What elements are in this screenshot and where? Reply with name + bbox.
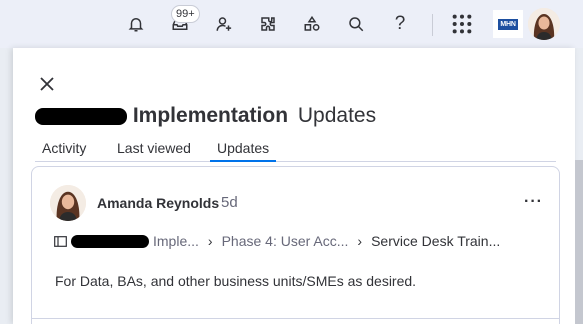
redacted-text: [71, 234, 149, 248]
breadcrumb-group[interactable]: Phase 4: User Acc...: [222, 233, 349, 249]
item-updates-panel: Implementation Updates Activity Last vie…: [13, 48, 575, 324]
topbar-divider: [432, 14, 433, 36]
grid-icon[interactable]: [450, 12, 474, 36]
tab-activity[interactable]: Activity: [42, 140, 86, 160]
card-divider: [32, 318, 559, 319]
company-logo[interactable]: MHN: [493, 10, 523, 38]
user-avatar[interactable]: [528, 8, 560, 40]
chevron-right-icon: ›: [207, 233, 213, 249]
panel-tabs: Activity Last viewed Updates: [35, 138, 556, 162]
panel-title: Implementation Updates: [35, 104, 376, 128]
author-name[interactable]: Amanda Reynolds: [97, 195, 219, 211]
inbox-badge: 99+: [171, 5, 200, 23]
shapes-icon[interactable]: [300, 12, 324, 36]
update-card: Amanda Reynolds 5d ··· Imple... › Phase …: [31, 166, 560, 324]
puzzle-icon[interactable]: [256, 12, 280, 36]
breadcrumb-item[interactable]: Service Desk Train...: [371, 233, 500, 249]
redacted-text: [35, 107, 127, 125]
author-avatar[interactable]: [50, 185, 86, 221]
search-icon[interactable]: [344, 12, 368, 36]
close-icon[interactable]: [37, 74, 57, 94]
update-time: 5d: [221, 194, 238, 211]
update-body: For Data, BAs, and other business units/…: [55, 273, 417, 289]
item-name: Implementation: [132, 104, 289, 127]
board-icon: [54, 235, 67, 247]
top-bar: 99+ ? MHN: [0, 0, 583, 48]
tab-updates[interactable]: Updates: [210, 140, 277, 162]
help-icon[interactable]: ?: [388, 12, 412, 36]
scrollbar[interactable]: [575, 160, 583, 324]
more-options-icon[interactable]: ···: [524, 193, 543, 211]
breadcrumb-board[interactable]: Imple...: [153, 233, 199, 249]
chevron-right-icon: ›: [357, 233, 363, 249]
breadcrumb: Imple... › Phase 4: User Acc... › Servic…: [54, 233, 500, 249]
tab-last-viewed[interactable]: Last viewed: [117, 140, 191, 160]
title-updates-label: Updates: [297, 104, 377, 127]
bell-icon[interactable]: [124, 12, 148, 36]
invite-members-icon[interactable]: [212, 12, 236, 36]
